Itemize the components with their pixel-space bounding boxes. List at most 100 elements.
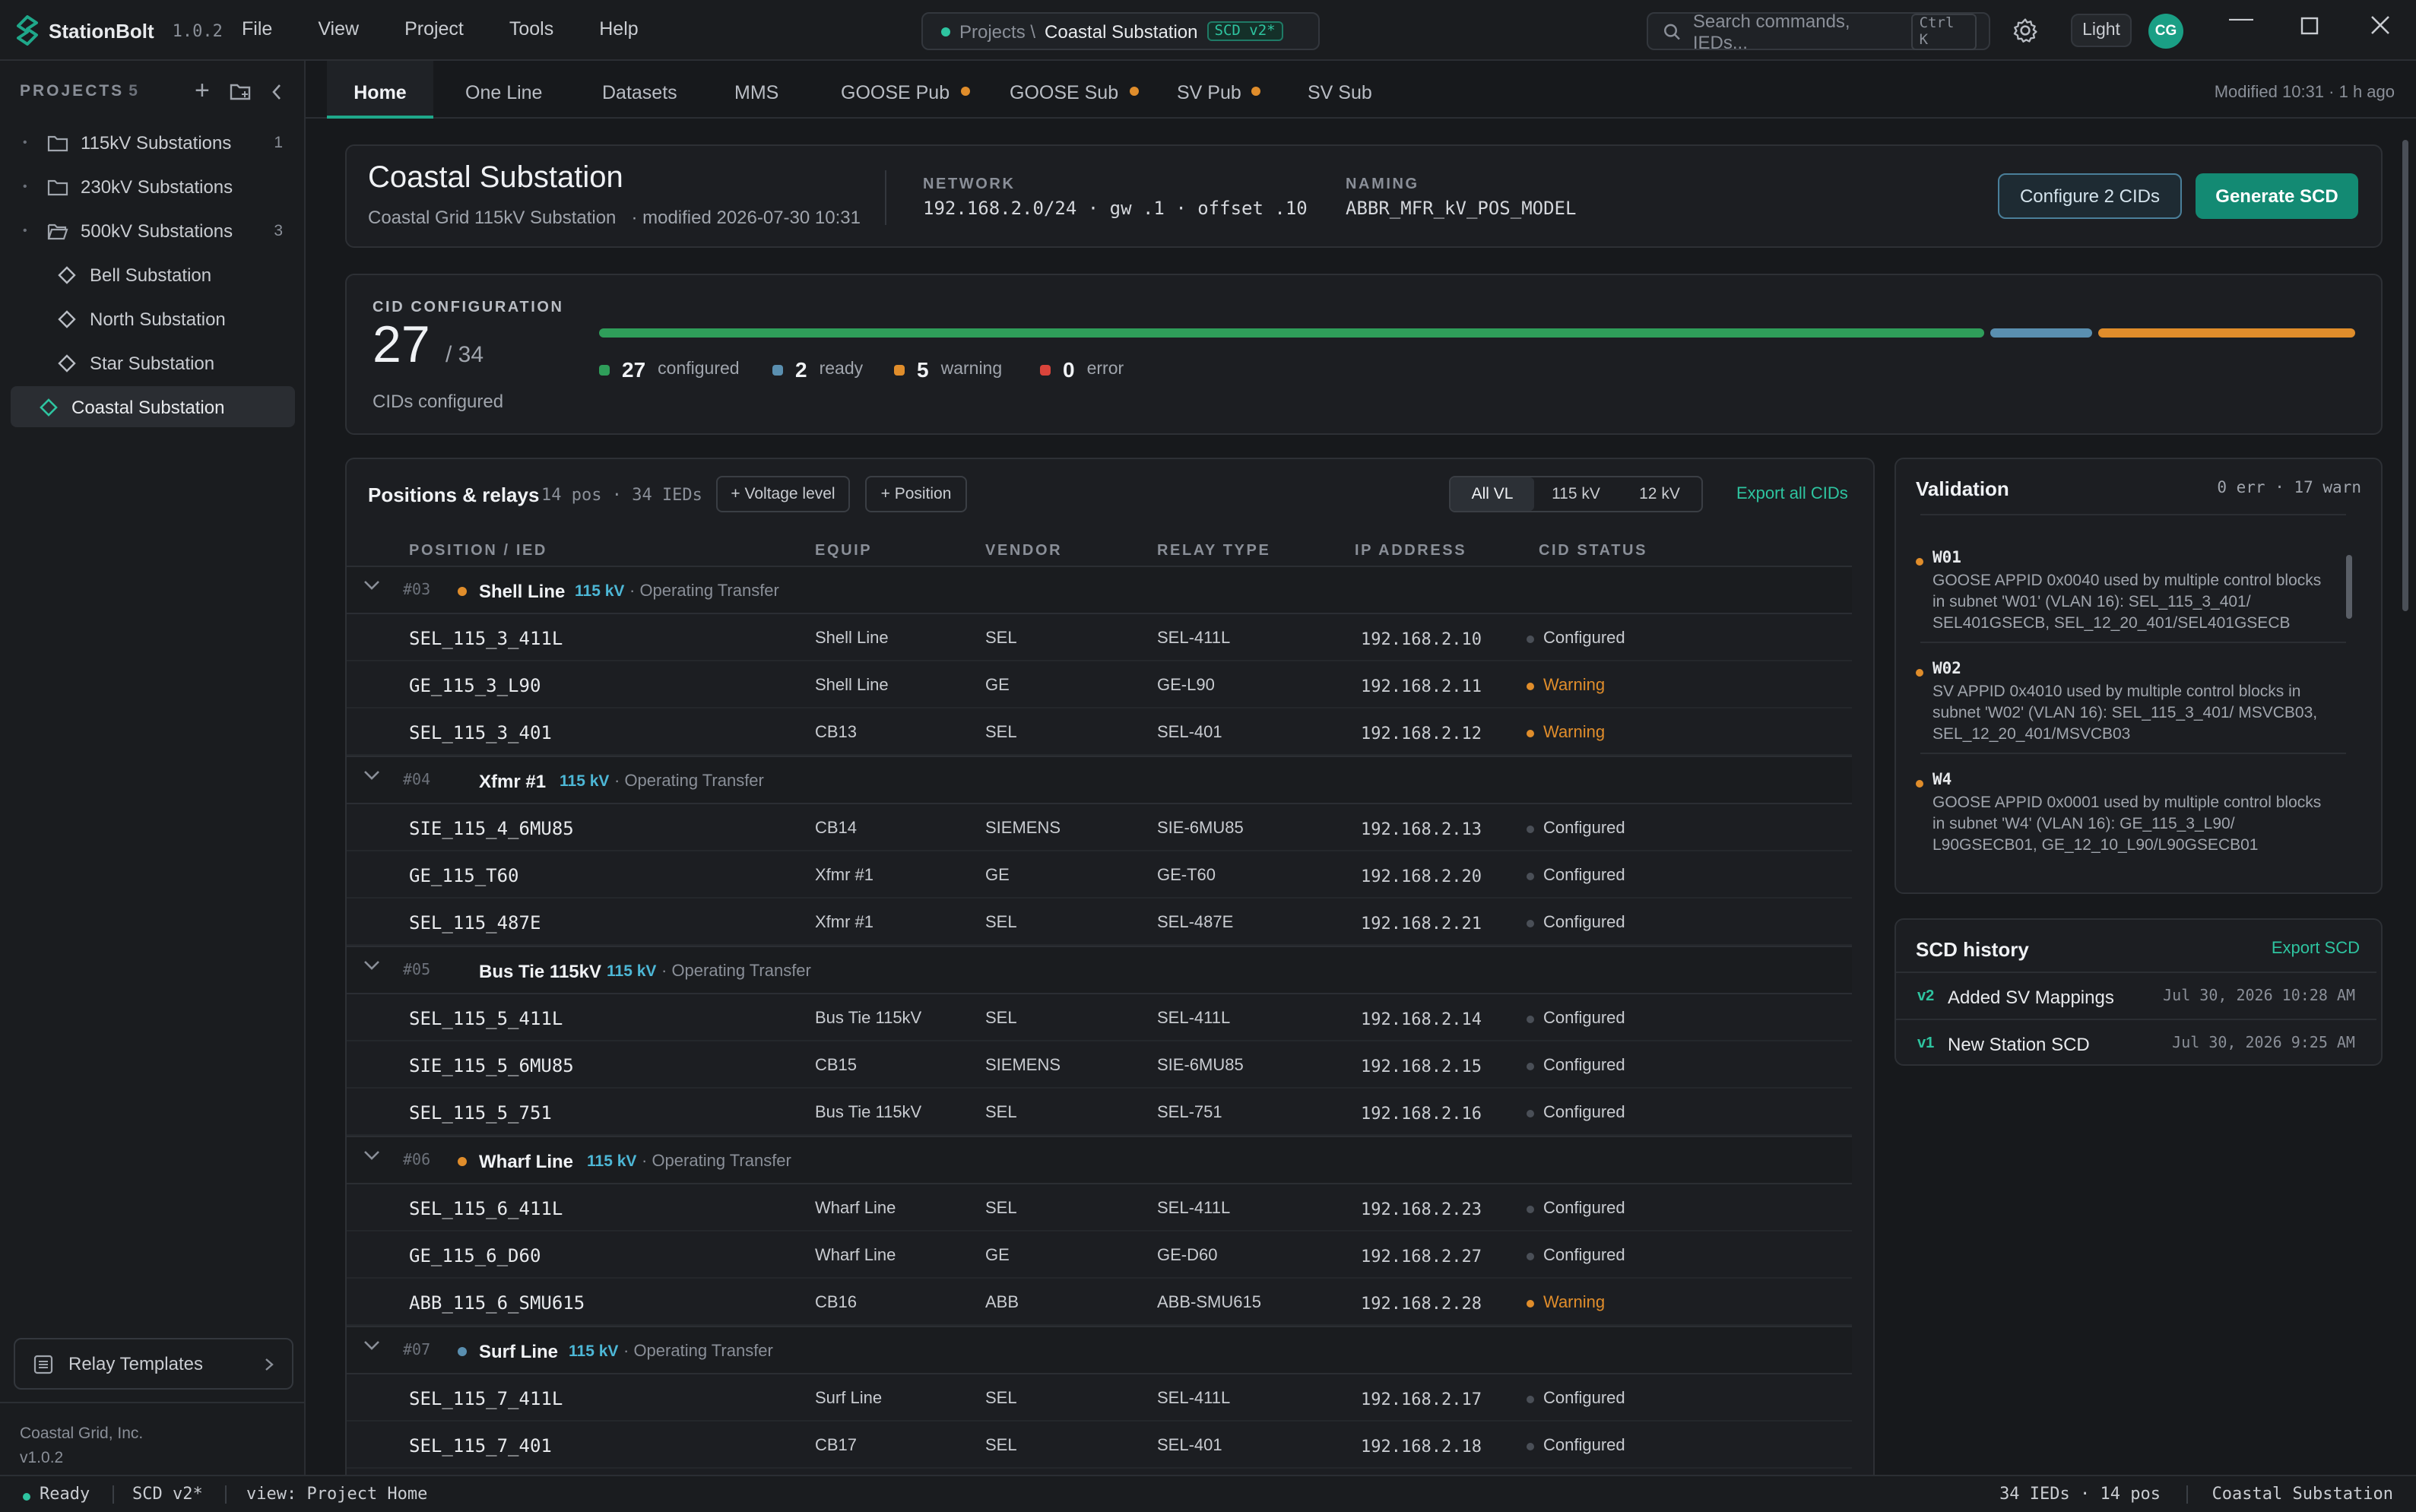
ied-relay-type: SEL-487E xyxy=(1157,914,1234,932)
history-row[interactable]: v2 Added SV Mappings Jul 30, 2026 10:28 … xyxy=(1896,972,2376,1019)
close-icon[interactable] xyxy=(2370,15,2390,35)
position-group-row[interactable]: #07 Surf Line 115 kV · Operating Transfer xyxy=(347,1326,1852,1374)
position-group-row[interactable]: #04 Xfmr #1 115 kV · Operating Transfer xyxy=(347,756,1852,804)
col-relay-type[interactable]: RELAY TYPE xyxy=(1157,543,1270,559)
filter-115kv[interactable]: 115 kV xyxy=(1534,477,1618,511)
menu-help[interactable]: Help xyxy=(599,18,638,40)
tree-item-bell-substation[interactable]: Bell Substation xyxy=(11,254,295,295)
position-number: #05 xyxy=(403,962,431,979)
validation-message: GOOSE APPID 0x0040 used by multiple cont… xyxy=(1932,572,2322,632)
project-description: Coastal Grid 115kV Substation xyxy=(368,207,617,228)
relay-templates-button[interactable]: Relay Templates xyxy=(14,1338,293,1390)
network-label: NETWORK xyxy=(923,176,1016,193)
ied-row[interactable]: SEL_115_7_411L Surf Line SEL SEL-411L 192.16… xyxy=(347,1374,1852,1422)
user-avatar[interactable]: CG xyxy=(2148,14,2183,49)
history-row[interactable]: v1 New Station SCD Jul 30, 2026 9:25 AM xyxy=(1896,1019,2376,1066)
tree-item-500kv[interactable]: • 500kV Substations 3 xyxy=(11,210,295,251)
expand-chevron-icon[interactable]: • xyxy=(23,223,38,237)
breadcrumb[interactable]: Projects \ Coastal Substation SCD v2* xyxy=(921,12,1320,50)
validation-item[interactable]: W4 GOOSE APPID 0x0001 used by multiple c… xyxy=(1916,771,2328,856)
ied-name: SIE_115_4_6MU85 xyxy=(409,818,574,839)
chevron-down-icon[interactable] xyxy=(363,1149,380,1162)
tab-goose-pub[interactable]: GOOSE Pub xyxy=(841,61,970,119)
collapse-sidebar-icon[interactable] xyxy=(271,84,283,100)
ied-row[interactable]: GE_115_6_D60 Wharf Line GE GE-D60 192.168.2.… xyxy=(347,1231,1852,1279)
ied-row[interactable]: SEL_115_7_401 CB17 SEL SEL-401 192.168.2.18 C… xyxy=(347,1422,1852,1469)
export-all-cids-link[interactable]: Export all CIDs xyxy=(1736,485,1848,503)
ied-row[interactable]: GE_115_T60 Xfmr #1 GE GE-T60 192.168.2.20 Con… xyxy=(347,851,1852,899)
tree-item-north-substation[interactable]: North Substation xyxy=(11,298,295,339)
tree-item-230kv[interactable]: • 230kV Substations xyxy=(11,166,295,207)
ied-name: SEL_115_3_411L xyxy=(409,628,563,649)
ied-row[interactable]: SEL_115_6_411L Wharf Line SEL SEL-411L 192.1… xyxy=(347,1184,1852,1231)
new-folder-icon[interactable] xyxy=(230,82,252,102)
tree-item-star-substation[interactable]: Star Substation xyxy=(11,342,295,383)
tree-item-115kv[interactable]: • 115kV Substations 1 xyxy=(11,122,295,163)
chevron-down-icon[interactable] xyxy=(363,579,380,591)
ied-row[interactable]: SIE_115_5_6MU85 CB15 SIEMENS SIE-6MU85 192.1… xyxy=(347,1041,1852,1089)
menu-project[interactable]: Project xyxy=(404,18,464,40)
ied-row[interactable]: SEL_115_3_401 CB13 SEL SEL-401 192.168.2.12 W… xyxy=(347,708,1852,756)
col-cid-status[interactable]: CID STATUS xyxy=(1539,543,1647,559)
menu-tools[interactable]: Tools xyxy=(509,18,553,40)
ied-row[interactable]: ABB_115_6_SMU615 CB16 ABB ABB-SMU615 192.168… xyxy=(347,1279,1852,1326)
chevron-down-icon[interactable] xyxy=(363,769,380,781)
tab-datasets[interactable]: Datasets xyxy=(602,61,677,119)
ied-ip-address: 192.168.2.16 xyxy=(1361,1104,1482,1124)
ied-row[interactable]: SIE_115_4_6MU85 CB14 SIEMENS SIE-6MU85 192.1… xyxy=(347,804,1852,851)
divider xyxy=(113,1485,114,1504)
status-dot-icon xyxy=(941,27,950,36)
tab-sv-pub[interactable]: SV Pub xyxy=(1177,61,1261,119)
ied-row[interactable]: SEL_115_487E Xfmr #1 SEL SEL-487E 192.168.2.… xyxy=(347,899,1852,946)
filter-all-vl[interactable]: All VL xyxy=(1451,477,1534,511)
validation-item[interactable]: W02 SV APPID 0x4010 used by multiple con… xyxy=(1916,660,2328,745)
ied-row[interactable]: SEL_115_5_751 Bus Tie 115kV SEL SEL-751 192.… xyxy=(347,1089,1852,1136)
generate-scd-button[interactable]: Generate SCD xyxy=(2196,173,2358,219)
position-group-row[interactable]: #06 Wharf Line 115 kV · Operating Transfer xyxy=(347,1136,1852,1184)
ied-row[interactable]: GE_115_3_L90 Shell Line GE GE-L90 192.168.2.… xyxy=(347,661,1852,708)
col-ip-address[interactable]: IP ADDRESS xyxy=(1355,543,1466,559)
chevron-down-icon[interactable] xyxy=(363,959,380,972)
ied-row[interactable]: SEL_115_5_411L Bus Tie 115kV SEL SEL-411L 19… xyxy=(347,994,1852,1041)
theme-toggle-button[interactable]: Light xyxy=(2071,14,2132,47)
settings-gear-icon[interactable] xyxy=(2012,17,2039,44)
filter-12kv[interactable]: 12 kV xyxy=(1618,477,1701,511)
col-position-ied[interactable]: POSITION / IED xyxy=(409,543,547,559)
expand-chevron-icon[interactable]: • xyxy=(23,179,38,193)
ied-ip-address: 192.168.2.15 xyxy=(1361,1057,1482,1076)
breadcrumb-root[interactable]: Projects \ xyxy=(959,21,1035,42)
chevron-down-icon[interactable] xyxy=(363,1339,380,1352)
tab-sv-sub[interactable]: SV Sub xyxy=(1308,61,1372,119)
col-equip[interactable]: EQUIP xyxy=(815,543,872,559)
position-name: Xfmr #1 xyxy=(479,771,547,792)
configure-cids-button[interactable]: Configure 2 CIDs xyxy=(1998,173,2182,219)
search-input[interactable]: Search commands, IEDs... xyxy=(1693,10,1900,52)
ied-row[interactable]: SEL_115_3_411L Shell Line SEL SEL-411L 192.1… xyxy=(347,614,1852,661)
tab-one-line[interactable]: One Line xyxy=(465,61,542,119)
tab-home[interactable]: Home xyxy=(327,61,433,119)
export-scd-link[interactable]: Export SCD xyxy=(2272,940,2360,958)
ied-vendor: SEL xyxy=(985,1200,1017,1218)
add-voltage-level-button[interactable]: + Voltage level xyxy=(716,476,850,512)
col-vendor[interactable]: VENDOR xyxy=(985,543,1062,559)
position-group-row[interactable]: #03 Shell Line 115 kV · Operating Transfer xyxy=(347,566,1852,614)
validation-item[interactable]: W01 GOOSE APPID 0x0040 used by multiple … xyxy=(1916,549,2328,634)
minimize-icon[interactable]: — xyxy=(2229,6,2253,33)
add-project-icon[interactable]: + xyxy=(195,76,210,106)
status-bar: Ready SCD v2* view: Project Home 34 IEDs… xyxy=(0,1475,2416,1512)
tab-mms[interactable]: MMS xyxy=(734,61,778,119)
add-position-button[interactable]: + Position xyxy=(865,476,967,512)
tab-goose-sub[interactable]: GOOSE Sub xyxy=(1010,61,1139,119)
maximize-icon[interactable] xyxy=(2300,17,2319,35)
main-scrollbar[interactable] xyxy=(2402,140,2408,611)
menu-view[interactable]: View xyxy=(318,18,359,40)
command-search[interactable]: Search commands, IEDs... Ctrl K xyxy=(1647,10,1990,52)
status-dot-icon xyxy=(1527,1109,1534,1117)
validation-scrollbar[interactable] xyxy=(2346,555,2352,619)
folder-open-icon xyxy=(47,223,68,239)
status-dot-icon xyxy=(1527,729,1534,737)
tree-item-coastal-substation[interactable]: Coastal Substation xyxy=(11,386,295,427)
menu-file[interactable]: File xyxy=(242,18,272,40)
expand-chevron-icon[interactable]: • xyxy=(23,135,38,149)
position-group-row[interactable]: #05 Bus Tie 115kV 115 kV · Operating Transf… xyxy=(347,946,1852,994)
